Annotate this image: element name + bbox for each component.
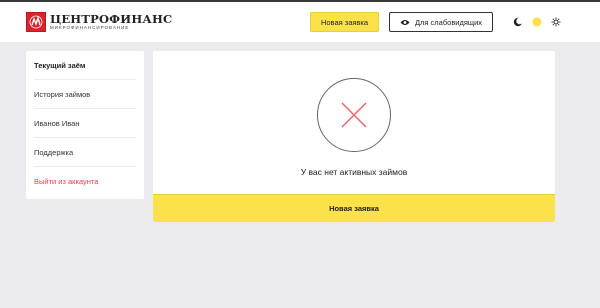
visually-impaired-button[interactable]: Для слабовидящих (389, 12, 493, 32)
close-icon (341, 102, 367, 128)
sidebar-item-support[interactable]: Поддержка (34, 138, 136, 167)
sun-icon[interactable] (550, 16, 562, 28)
brand-logo[interactable]: ЦЕНТРОФИНАНС МИКРОФИНАНСИРОВАНИЕ (26, 12, 172, 32)
brand-tagline: МИКРОФИНАНСИРОВАНИЕ (50, 25, 130, 30)
sidebar-item-current-loan[interactable]: Текущий заём (34, 51, 136, 80)
sidebar-item-loan-history[interactable]: История займов (34, 80, 136, 109)
sidebar-item-logout[interactable]: Выйти из аккаунта (34, 167, 136, 196)
sidebar: Текущий заём История займов Иванов Иван … (26, 51, 144, 199)
theme-switch[interactable] (512, 16, 569, 28)
toggle-icon[interactable] (531, 16, 543, 28)
brand-logo-icon (26, 12, 46, 32)
no-loans-icon (317, 78, 391, 152)
moon-icon[interactable] (512, 16, 524, 28)
brand-name: ЦЕНТРОФИНАНС (50, 12, 173, 26)
new-application-card-button[interactable]: Новая заявка (153, 194, 555, 222)
visually-impaired-label: Для слабовидящих (414, 17, 483, 27)
new-application-button[interactable]: Новая заявка (310, 12, 379, 32)
sidebar-item-profile[interactable]: Иванов Иван (34, 109, 136, 138)
empty-state-message: У вас нет активных займов (300, 167, 408, 177)
header: ЦЕНТРОФИНАНС МИКРОФИНАНСИРОВАНИЕ Новая з… (0, 2, 600, 42)
current-loan-card: У вас нет активных займов Новая заявка (153, 51, 555, 222)
eye-icon (400, 19, 410, 26)
